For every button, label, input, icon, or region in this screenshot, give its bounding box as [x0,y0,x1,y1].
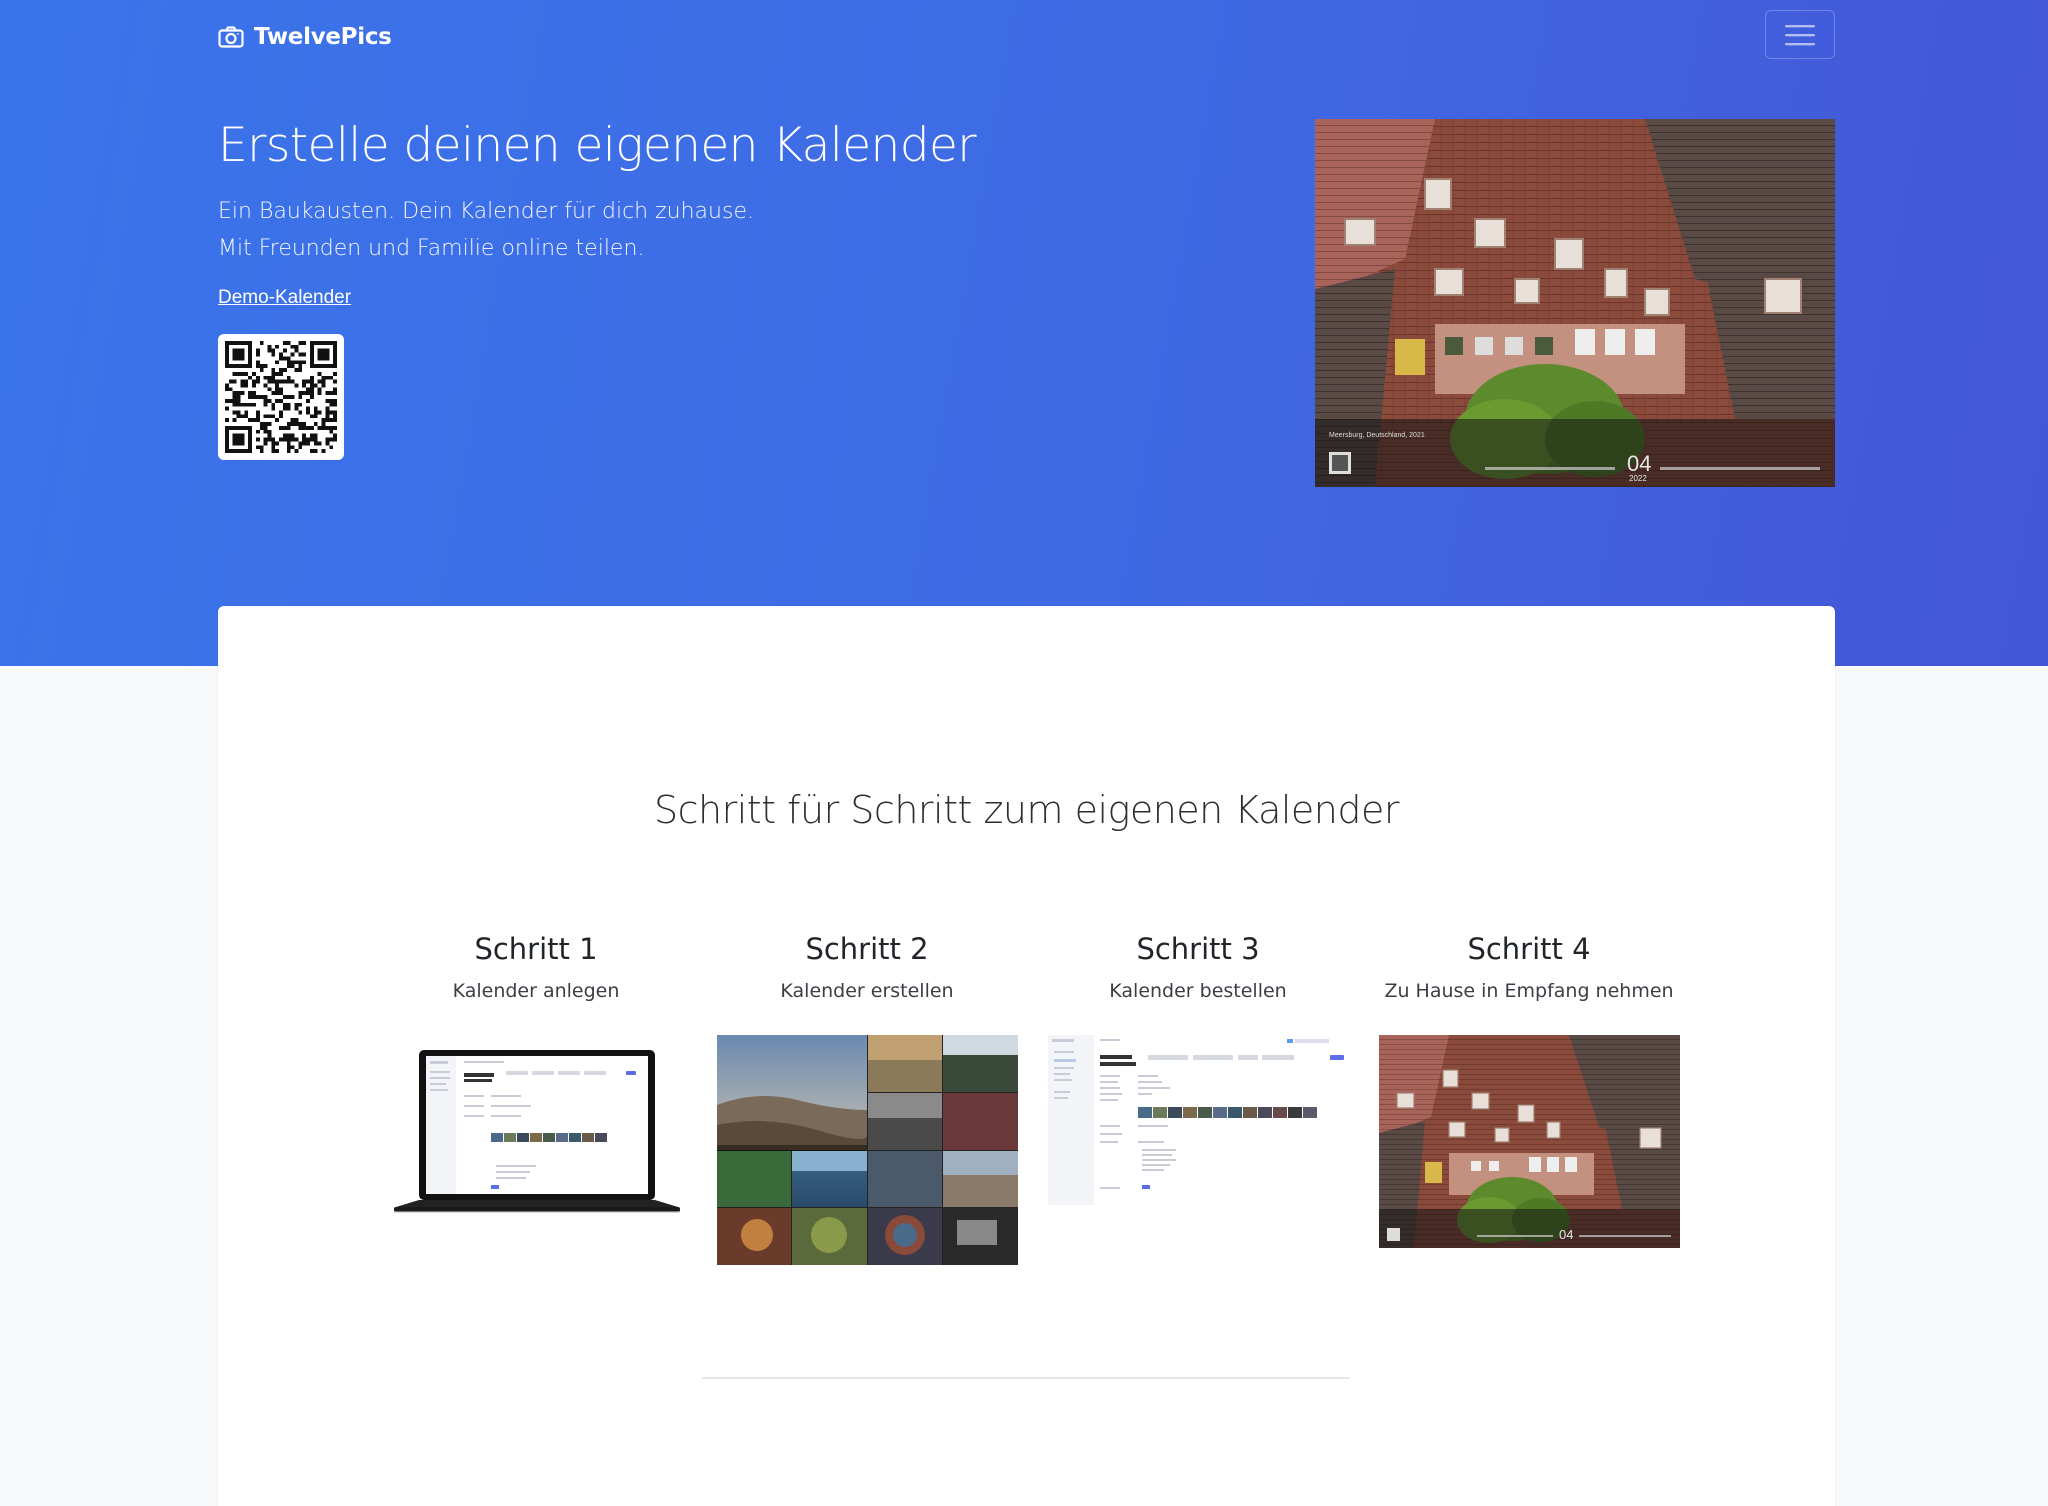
hero-lead: Ein Baukausten. Dein Kalender für dich z… [218,193,754,267]
step-2: Schritt 2 Kalender erstellen [707,932,1027,1265]
step-1-subtitle: Kalender anlegen [452,980,620,1002]
hero-section: TwelvePics Erstelle deinen eigenen Kalen… [0,0,2048,666]
step-1: Schritt 1 Kalender anlegen [376,932,696,1213]
hero-photo-month: 04 [1627,451,1651,476]
step-3-title: Schritt 3 [1136,932,1260,966]
menu-toggle-button[interactable] [1765,10,1835,59]
steps-row: Schritt 1 Kalender anlegen Schritt 2 Kal… [376,932,1707,1272]
calendar-photo: 04 [1379,1035,1680,1248]
step-2-subtitle: Kalender erstellen [780,980,954,1002]
photo-grid [717,1035,1018,1265]
step-4: Schritt 4 Zu Hause in Empfang nehmen 04 [1369,932,1689,1248]
laptop-screenshot [394,1050,680,1213]
hero-photo-year: 2022 [1629,474,1647,483]
steps-section-title: Schritt für Schritt zum eigenen Kalender [653,788,1400,832]
hero-photo-caption: Meersburg, Deutschland, 2021 [1329,432,1425,439]
step-1-title: Schritt 1 [474,932,598,966]
step-2-title: Schritt 2 [805,932,929,966]
step-3-subtitle: Kalender bestellen [1109,980,1287,1002]
order-screenshot [1048,1035,1349,1205]
step-4-image: 04 [1379,1035,1680,1253]
camera-icon [218,26,244,48]
hero-lead-line2: Mit Freunden und Familie online teilen. [218,236,645,261]
qr-code [218,334,344,460]
hero-title: Erstelle deinen eigenen Kalender [218,118,977,173]
steps-card: Schritt für Schritt zum eigenen Kalender… [218,606,1835,1506]
step-3-image [1048,1035,1349,1210]
brand-name: TwelvePics [254,24,392,50]
navbar: TwelvePics [218,10,1835,62]
step-2-image [717,1035,1018,1270]
brand-link[interactable]: TwelvePics [218,24,392,50]
step-4-title: Schritt 4 [1467,932,1591,966]
section-divider [702,1377,1350,1379]
step-3: Schritt 3 Kalender bestellen [1038,932,1358,1205]
step-4-subtitle: Zu Hause in Empfang nehmen [1384,980,1674,1002]
step-1-image [386,1035,687,1250]
hamburger-icon [1785,24,1815,45]
hero-calendar-photo: Meersburg, Deutschland, 2021 04 2022 [1315,119,1835,487]
step-4-photo-month: 04 [1559,1227,1573,1242]
hero-lead-line1: Ein Baukausten. Dein Kalender für dich z… [218,199,754,224]
demo-calendar-link[interactable]: Demo-Kalender [218,287,351,309]
